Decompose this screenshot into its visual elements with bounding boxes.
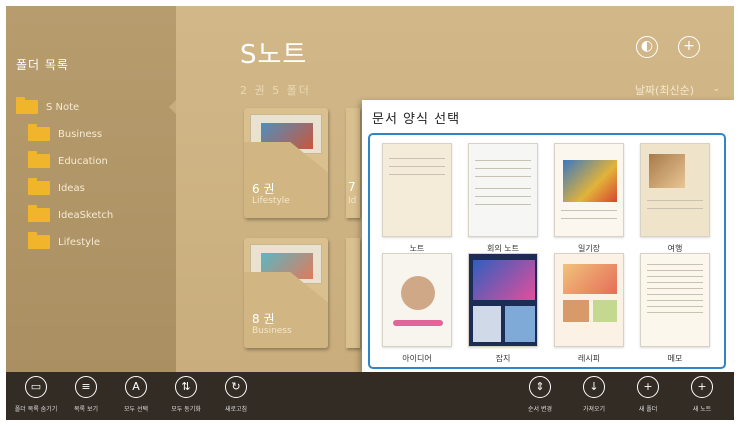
notebook-lifestyle[interactable]: 6 권 Lifestyle xyxy=(244,108,328,218)
refresh-button[interactable]: ↻ 새로고침 xyxy=(214,376,258,413)
notebook-business[interactable]: 8 권 Business xyxy=(244,238,328,348)
folder-icon xyxy=(16,97,38,114)
template-memo[interactable] xyxy=(640,253,710,347)
sidebar-item-label: Ideas xyxy=(58,182,85,194)
import-icon: ↓ xyxy=(583,376,605,398)
template-idea[interactable] xyxy=(382,253,452,347)
template-dialog: 문서 양식 선택 노트 회의 노트 일기장 여행 아이디어 잡지 레시피 메모 xyxy=(362,100,734,372)
button-label: 새 노트 xyxy=(692,406,712,413)
button-label: 순서 변경 xyxy=(528,406,552,413)
sidebar-item-label: S Note xyxy=(46,101,80,113)
template-note[interactable] xyxy=(382,143,452,237)
template-recipe[interactable] xyxy=(554,253,624,347)
new-note-button[interactable]: + 새 노트 xyxy=(680,376,724,413)
select-all-icon: A xyxy=(125,376,147,398)
add-button[interactable]: + xyxy=(678,36,700,58)
folder-icon xyxy=(28,151,50,168)
button-label: 가져오기 xyxy=(582,406,606,413)
page-title: S노트 xyxy=(240,40,308,70)
share-button[interactable]: ◐ xyxy=(636,36,658,58)
notebook-page-count: 6 권 xyxy=(252,182,275,196)
app-bar: ▭ 폴더 목록 숨기기 ≡ 목록 보기 A 모두 선택 ⇅ 모두 동기화 ↻ 새… xyxy=(6,372,734,420)
sidebar-item-label: Lifestyle xyxy=(58,236,101,248)
folder-list-icon: ▭ xyxy=(25,376,47,398)
button-label: 새로고침 xyxy=(224,406,248,413)
plus-icon: + xyxy=(683,38,695,54)
template-label: 아이디어 xyxy=(402,354,432,363)
template-grid: 노트 회의 노트 일기장 여행 아이디어 잡지 레시피 메모 xyxy=(368,133,726,369)
dialog-title: 문서 양식 선택 xyxy=(372,112,461,127)
reorder-button[interactable]: ⇕ 순서 변경 xyxy=(518,376,562,413)
folder-icon xyxy=(28,124,50,141)
folder-icon xyxy=(28,232,50,249)
sidebar-item-business[interactable]: Business xyxy=(6,121,176,147)
import-button[interactable]: ↓ 가져오기 xyxy=(572,376,616,413)
notebook-page-count: 8 권 xyxy=(252,312,275,326)
refresh-icon: ↻ xyxy=(225,376,247,398)
list-view-button[interactable]: ≡ 목록 보기 xyxy=(64,376,108,413)
sidebar-item-ideasketch[interactable]: IdeaSketch xyxy=(6,202,176,228)
sync-icon: ⇅ xyxy=(175,376,197,398)
notebook-category: Lifestyle xyxy=(252,196,290,206)
notebook-category: Id xyxy=(348,196,357,206)
sidebar-item-s-note[interactable]: S Note xyxy=(6,94,176,120)
sidebar-title: 폴더 목록 xyxy=(16,58,69,72)
button-label: 새 폴더 xyxy=(638,406,658,413)
hide-folder-list-button[interactable]: ▭ 폴더 목록 숨기기 xyxy=(14,376,58,413)
template-magazine[interactable] xyxy=(468,253,538,347)
button-label: 목록 보기 xyxy=(74,406,98,413)
sync-all-button[interactable]: ⇅ 모두 동기화 xyxy=(164,376,208,413)
new-note-icon: + xyxy=(691,376,713,398)
notebook-count: 2 권 5 폴더 xyxy=(240,84,311,97)
template-label: 레시피 xyxy=(577,354,601,363)
folder-icon xyxy=(28,178,50,195)
notebook-partial[interactable] xyxy=(346,238,360,348)
notebook-partial[interactable]: 7 Id xyxy=(346,108,360,218)
template-travel[interactable] xyxy=(640,143,710,237)
folder-icon xyxy=(28,205,50,222)
sidebar-item-lifestyle[interactable]: Lifestyle xyxy=(6,229,176,255)
share-icon: ◐ xyxy=(640,38,654,54)
snote-app: 폴더 목록 S Note Business Education Ideas Id… xyxy=(6,6,734,420)
chevron-down-icon[interactable]: ⌄ xyxy=(712,84,720,94)
template-diary[interactable] xyxy=(554,143,624,237)
template-label: 메모 xyxy=(667,354,683,363)
template-label: 잡지 xyxy=(495,354,511,363)
sidebar-item-label: IdeaSketch xyxy=(58,209,114,221)
sidebar-item-education[interactable]: Education xyxy=(6,148,176,174)
sidebar-item-label: Business xyxy=(58,128,103,140)
notebook-category: Business xyxy=(252,326,292,336)
button-label: 폴더 목록 숨기기 xyxy=(14,406,58,413)
select-all-button[interactable]: A 모두 선택 xyxy=(114,376,158,413)
template-meeting-note[interactable] xyxy=(468,143,538,237)
reorder-icon: ⇕ xyxy=(529,376,551,398)
list-view-icon: ≡ xyxy=(75,376,97,398)
folder-sidebar: 폴더 목록 S Note Business Education Ideas Id… xyxy=(6,6,177,372)
button-label: 모두 동기화 xyxy=(171,406,201,413)
new-folder-button[interactable]: + 새 폴더 xyxy=(626,376,670,413)
sidebar-item-label: Education xyxy=(58,155,108,167)
sidebar-item-ideas[interactable]: Ideas xyxy=(6,175,176,201)
sort-dropdown[interactable]: 날짜(최신순) xyxy=(635,82,694,98)
notebook-page-count: 7 xyxy=(348,180,356,194)
button-label: 모두 선택 xyxy=(124,406,148,413)
new-folder-icon: + xyxy=(637,376,659,398)
